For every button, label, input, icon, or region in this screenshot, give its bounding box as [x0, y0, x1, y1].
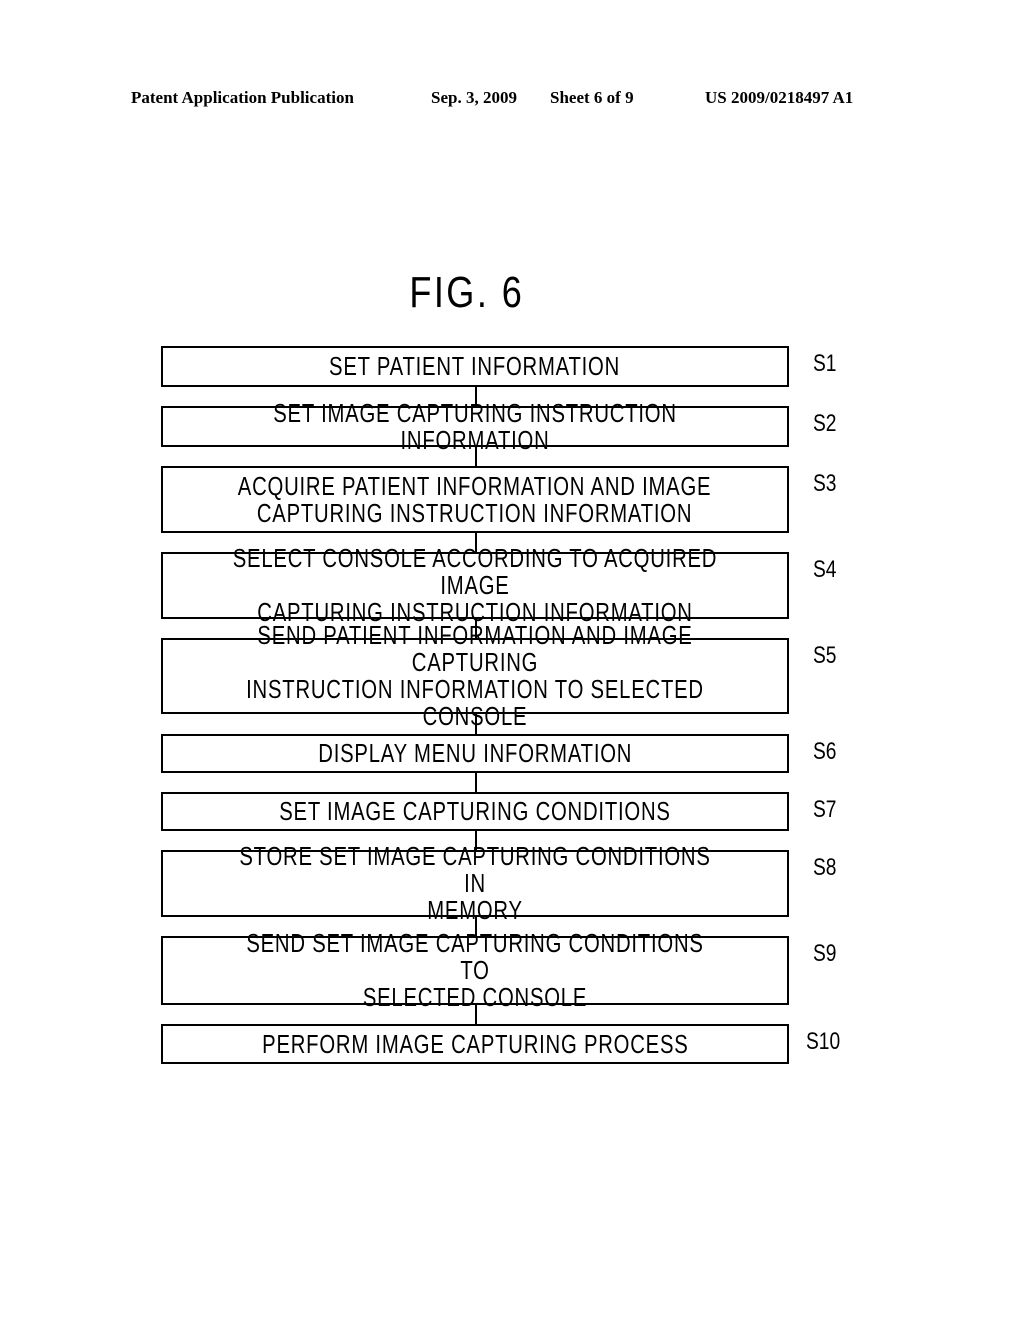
publication-label: Patent Application Publication	[131, 88, 354, 107]
step-label: S10	[806, 1028, 841, 1055]
step-box-s9: SEND SET IMAGE CAPTURING CONDITIONS TO S…	[161, 930, 789, 1011]
page-header: Patent Application Publication Sep. 3, 2…	[0, 88, 1024, 114]
step-text: SEND SET IMAGE CAPTURING CONDITIONS TO S…	[246, 928, 704, 1012]
figure-title: FIG. 6	[409, 268, 525, 317]
step-box-s3: ACQUIRE PATIENT INFORMATION AND IMAGE CA…	[161, 466, 789, 533]
step-label: S8	[813, 854, 837, 881]
step-label: S7	[813, 796, 837, 823]
sheet-number: Sheet 6 of 9	[550, 88, 634, 107]
step-box-s2: SET IMAGE CAPTURING INSTRUCTION INFORMAT…	[161, 399, 789, 453]
step-label: S9	[813, 940, 837, 967]
step-text: PERFORM IMAGE CAPTURING PROCESS	[261, 1028, 689, 1059]
step-label: S5	[813, 642, 837, 669]
step-box-s6: DISPLAY MENU INFORMATION	[161, 734, 789, 773]
step-box-s7: SET IMAGE CAPTURING CONDITIONS	[161, 792, 789, 831]
step-text: STORE SET IMAGE CAPTURING CONDITIONS IN …	[239, 841, 711, 925]
flow-connector	[475, 714, 477, 734]
publication-date: Sep. 3, 2009	[431, 88, 517, 107]
step-text: SET IMAGE CAPTURING CONDITIONS	[279, 796, 671, 826]
step-box-s8: STORE SET IMAGE CAPTURING CONDITIONS IN …	[161, 843, 789, 924]
step-text: SET IMAGE CAPTURING INSTRUCTION INFORMAT…	[273, 397, 677, 455]
step-label: S3	[813, 470, 837, 497]
step-text: SET PATIENT INFORMATION	[329, 351, 621, 381]
step-box-s5: SEND PATIENT INFORMATION AND IMAGE CAPTU…	[161, 622, 789, 730]
step-label: S4	[813, 556, 837, 583]
step-text: ACQUIRE PATIENT INFORMATION AND IMAGE CA…	[238, 470, 712, 528]
flow-connector	[475, 773, 477, 792]
step-text: DISPLAY MENU INFORMATION	[318, 738, 632, 768]
step-box-s10: PERFORM IMAGE CAPTURING PROCESS	[161, 1024, 789, 1064]
step-label: S1	[813, 350, 837, 377]
flow-connector	[475, 1005, 477, 1024]
flow-connector	[475, 447, 477, 466]
step-label: S2	[813, 410, 837, 437]
step-box-s4: SELECT CONSOLE ACCORDING TO ACQUIRED IMA…	[161, 545, 789, 626]
step-label: S6	[813, 738, 837, 765]
step-text: SELECT CONSOLE ACCORDING TO ACQUIRED IMA…	[232, 543, 718, 627]
patent-number: US 2009/0218497 A1	[705, 88, 854, 107]
step-box-s1: SET PATIENT INFORMATION	[161, 346, 789, 387]
